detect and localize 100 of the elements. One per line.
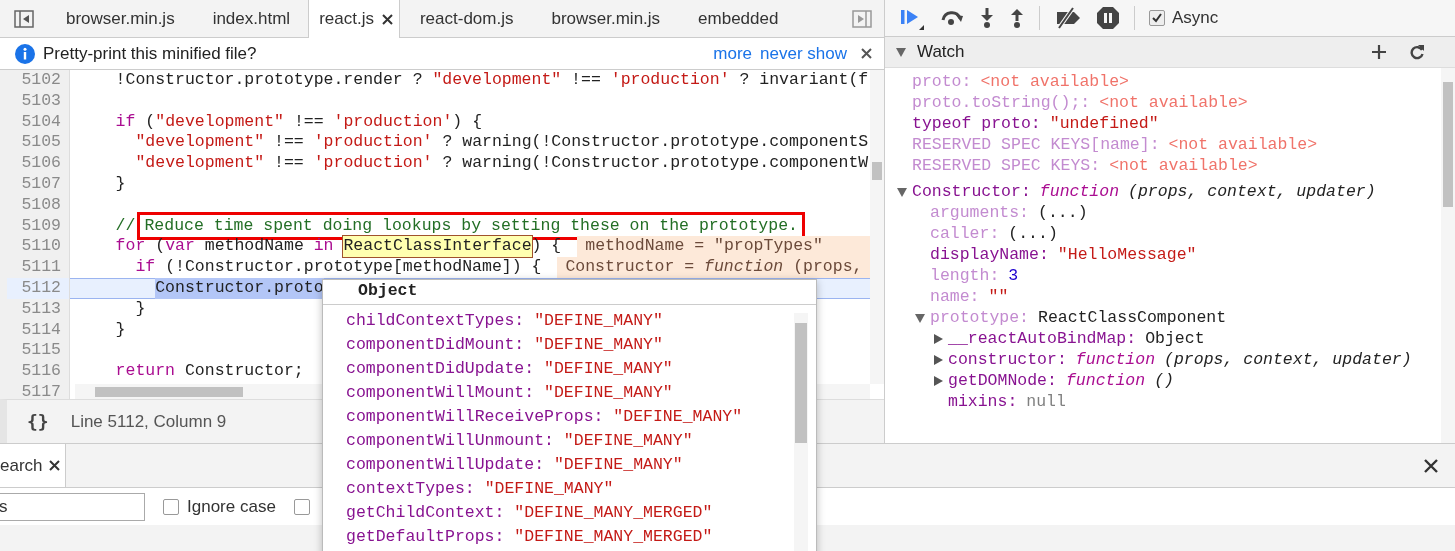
property-name: getDefaultProps: [346, 527, 505, 546]
property-name: caller: [930, 223, 1000, 244]
property-name: componentWillUnmount: [346, 431, 554, 450]
keyword-text: in [313, 236, 334, 258]
property-name: childContextTypes: [346, 311, 525, 330]
line-number: 5106 [7, 153, 70, 174]
selected-text: Constructor.proto [155, 277, 324, 299]
line-number: 5115 [7, 340, 70, 362]
keyword-text: var [165, 236, 195, 258]
infobar-message: Pretty-print this minified file? [43, 43, 257, 64]
function-signature: () [1154, 370, 1174, 391]
code-text: ? warning(!Constructor.prototype.componentS [442, 132, 869, 154]
expanded-triangle-icon[interactable] [895, 46, 907, 58]
file-tab[interactable]: browser.min.js [46, 0, 193, 37]
line-number: 5114 [7, 319, 70, 341]
section-title[interactable]: Watch [917, 42, 965, 62]
pretty-print-button[interactable]: {} [27, 411, 49, 432]
string-text: "development" [135, 132, 265, 154]
property-value: (...) [1008, 223, 1058, 244]
file-tab[interactable]: embedded [678, 0, 797, 37]
search-field[interactable]: s [0, 492, 145, 521]
property-name: displayName: [930, 244, 1049, 265]
line-number: 5107 [7, 174, 70, 195]
infobar-link[interactable]: never show [760, 43, 847, 64]
function-signature: (props, context, updater) [1128, 181, 1376, 202]
code-text: !== [274, 153, 304, 174]
file-tab[interactable]: react.js [308, 0, 400, 38]
popover-title: Object [323, 280, 816, 305]
string-text: "development" [135, 153, 265, 174]
close-icon[interactable] [1423, 457, 1439, 474]
drawer-tab[interactable]: earch [0, 444, 66, 487]
property-value: "DEFINE_MANY" [544, 383, 673, 402]
step-out-icon[interactable] [1009, 7, 1025, 29]
line-number: 5105 [7, 132, 70, 154]
property-value: Object [1145, 328, 1205, 349]
file-tab[interactable]: index.html [192, 0, 309, 37]
collapsed-triangle-icon[interactable] [932, 354, 944, 366]
string-text: 'production' [313, 153, 433, 174]
deactivate-breakpoints-icon[interactable] [1054, 7, 1082, 29]
async-checkbox[interactable]: Async [1149, 8, 1219, 28]
collapsed-triangle-icon[interactable] [932, 333, 944, 345]
function-keyword: function [1039, 181, 1120, 202]
collapsed-triangle-icon[interactable] [932, 375, 944, 387]
expanded-triangle-icon[interactable] [914, 312, 926, 324]
close-icon[interactable] [381, 13, 393, 25]
option-checkbox[interactable]: Ignore case [163, 496, 276, 517]
option-checkbox[interactable] [293, 498, 310, 515]
cursor-position: Line 5112, Column 9 [70, 411, 227, 432]
step-into-icon[interactable] [979, 7, 995, 29]
code-text: !== [571, 70, 601, 91]
line-number: 5109 [7, 215, 70, 237]
line-number: 5116 [7, 361, 70, 382]
property-value: <not available> [1099, 92, 1248, 113]
file-tab[interactable]: react-dom.js [399, 0, 532, 37]
comment-text: // [115, 215, 136, 237]
code-text: } [135, 298, 146, 320]
vertical-scrollbar[interactable] [1441, 68, 1455, 443]
property-name: constructor: [948, 349, 1067, 370]
code-text: ? warning(!Constructor.prototype.componentW [442, 153, 869, 174]
line-number: 5113 [7, 298, 70, 320]
property-value: "DEFINE_MANY" [563, 431, 693, 450]
infobar-link[interactable]: more [713, 43, 753, 64]
string-text: 'production' [313, 132, 433, 154]
property-value: "" [988, 286, 1009, 307]
property-name: RESERVED SPEC KEYS[name]: [912, 134, 1160, 155]
close-icon[interactable] [48, 460, 60, 471]
property-value: 3 [1008, 265, 1019, 286]
property-value: "undefined" [1049, 113, 1159, 134]
string-text: 'production' [610, 70, 730, 91]
code-text: Constructor; [184, 361, 304, 382]
code-text: methodName [204, 236, 304, 258]
file-tab[interactable]: browser.min.js [531, 0, 679, 37]
pause-exceptions-icon[interactable] [1096, 6, 1120, 30]
property-value: "DEFINE_MANY_MERGED" [514, 503, 713, 522]
property-name: mixins: [948, 391, 1018, 412]
expanded-triangle-icon[interactable] [896, 186, 908, 198]
code-text: ) { [531, 236, 562, 258]
code-text: ? invariant(f [739, 70, 869, 91]
vertical-scrollbar[interactable] [870, 70, 884, 384]
code-text: !== [274, 132, 304, 154]
refresh-icon[interactable] [1409, 44, 1425, 60]
sidebar-toggle-icon[interactable] [852, 9, 872, 28]
property-name: length: [930, 265, 1000, 286]
property-name: proto: [912, 71, 972, 92]
string-text: 'production' [333, 111, 453, 133]
close-icon[interactable] [861, 48, 872, 59]
property-value: null [1026, 391, 1066, 412]
property-name: typeof proto: [912, 113, 1041, 134]
property-value: (...) [1038, 202, 1088, 223]
vertical-scrollbar[interactable] [794, 313, 808, 551]
property-value: <not available> [1109, 155, 1258, 176]
function-signature: (props, context, updater) [1164, 349, 1412, 370]
keyword-text: if [115, 111, 136, 133]
property-name: componentWillUpdate: [346, 455, 545, 474]
property-value: <not available> [1168, 134, 1318, 155]
add-icon[interactable] [1371, 44, 1387, 60]
line-number: 5111 [7, 257, 70, 278]
info-icon [15, 43, 35, 64]
sidebar-toggle-icon[interactable] [14, 9, 34, 28]
keyword-text: if [135, 257, 156, 278]
